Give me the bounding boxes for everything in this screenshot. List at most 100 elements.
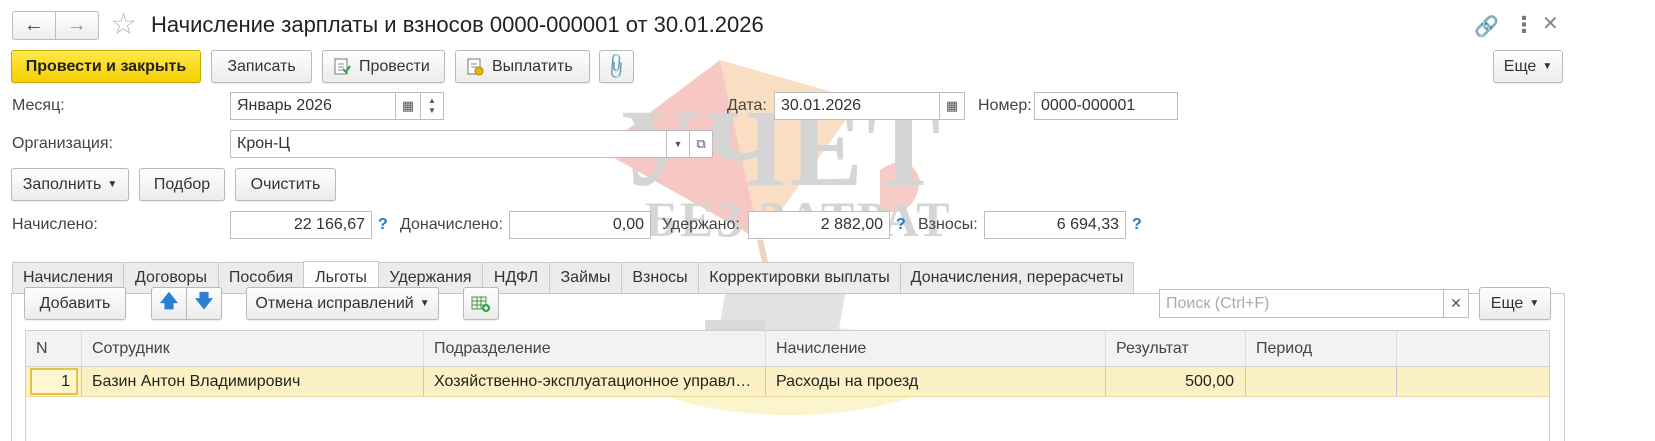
withheld-help-link[interactable]: ? bbox=[896, 216, 906, 234]
favorite-star-icon[interactable]: ☆ bbox=[110, 8, 137, 42]
undo-fixes-label: Отмена исправлений bbox=[255, 294, 414, 312]
move-down-button[interactable]: 🡇 bbox=[186, 287, 222, 320]
department-cell[interactable]: Хозяйственно-эксплуатационное управл… bbox=[424, 367, 766, 397]
column-header-period[interactable]: Период bbox=[1246, 331, 1397, 367]
month-value: Январь 2026 bbox=[237, 97, 332, 114]
row-number-cell[interactable]: 1 bbox=[30, 368, 78, 395]
contributions-label: Взносы: bbox=[918, 216, 978, 233]
column-header-n[interactable]: N bbox=[26, 331, 82, 367]
tab-contributions[interactable]: Взносы bbox=[621, 262, 699, 293]
table-more-button[interactable]: Еще ▼ bbox=[1479, 287, 1551, 320]
search-placeholder: Поиск (Ctrl+F) bbox=[1166, 294, 1270, 312]
calendar-icon: ▦ bbox=[945, 98, 959, 113]
withheld-value: 2 882,00 bbox=[820, 216, 883, 233]
accrued-value: 22 166,67 bbox=[293, 216, 365, 233]
post-button-label: Провести bbox=[359, 57, 430, 75]
table-more-label: Еще bbox=[1490, 294, 1524, 312]
accrued-field: 22 166,67 bbox=[230, 211, 372, 239]
column-header-department[interactable]: Подразделение bbox=[424, 331, 766, 367]
date-calendar-button[interactable]: ▦ bbox=[939, 92, 965, 120]
more-button[interactable]: Еще ▼ bbox=[1493, 50, 1563, 83]
organization-field[interactable]: Крон-Ц bbox=[230, 130, 667, 158]
calendar-icon: ▦ bbox=[401, 98, 415, 113]
arrow-down-icon: 🡇 bbox=[194, 290, 214, 311]
organization-open-button[interactable]: ⧉ bbox=[689, 130, 713, 158]
column-header-extra bbox=[1397, 331, 1549, 367]
column-header-accrual[interactable]: Начисление bbox=[766, 331, 1106, 367]
undo-fixes-button[interactable]: Отмена исправлений ▼ bbox=[246, 287, 439, 320]
column-separator bbox=[1105, 367, 1106, 397]
number-field[interactable]: 0000-000001 bbox=[1034, 92, 1178, 120]
date-value: 30.01.2026 bbox=[781, 97, 862, 114]
arrow-right-icon: → bbox=[66, 14, 87, 36]
window-title: Начисление зарплаты и взносов 0000-00000… bbox=[151, 12, 764, 37]
close-icon[interactable]: ✕ bbox=[1542, 11, 1559, 36]
row-number-value: 1 bbox=[61, 372, 70, 390]
extra-accrued-value: 0,00 bbox=[612, 216, 644, 233]
paperclip-icon: 📎 bbox=[601, 51, 632, 82]
number-value: 0000-000001 bbox=[1041, 97, 1136, 114]
month-label: Месяц: bbox=[12, 97, 65, 114]
result-value: 500,00 bbox=[1185, 373, 1234, 390]
search-input[interactable]: Поиск (Ctrl+F) bbox=[1159, 289, 1444, 318]
dropdown-arrow-icon: ▼ bbox=[1542, 61, 1553, 72]
forward-button[interactable]: → bbox=[56, 12, 99, 39]
fill-button-label: Заполнить bbox=[22, 175, 102, 193]
employee-value: Базин Антон Владимирович bbox=[92, 373, 301, 390]
contributions-field: 6 694,33 bbox=[984, 211, 1126, 239]
column-separator bbox=[81, 367, 82, 397]
select-button[interactable]: Подбор bbox=[139, 168, 225, 201]
period-cell[interactable] bbox=[1246, 367, 1397, 397]
move-up-button[interactable]: 🡅 bbox=[151, 287, 187, 320]
withheld-label: Удержано: bbox=[662, 216, 740, 233]
open-window-icon: ⧉ bbox=[696, 136, 706, 151]
tab-payment-adjustments[interactable]: Корректировки выплаты bbox=[698, 262, 901, 293]
search-clear-button[interactable]: ✕ bbox=[1443, 289, 1469, 318]
fill-button[interactable]: Заполнить ▼ bbox=[11, 168, 129, 201]
table-settings-button[interactable] bbox=[463, 287, 499, 320]
extra-accrued-field: 0,00 bbox=[509, 211, 651, 239]
date-label: Дата: bbox=[727, 97, 767, 114]
accrual-cell[interactable]: Расходы на проезд bbox=[766, 367, 1106, 397]
add-button[interactable]: Добавить bbox=[24, 287, 126, 320]
back-button[interactable]: ← bbox=[13, 12, 56, 39]
column-separator bbox=[1396, 367, 1397, 397]
arrow-left-icon: ← bbox=[23, 14, 44, 36]
table-add-column-icon bbox=[471, 295, 491, 313]
dropdown-arrow-icon: ▼ bbox=[107, 179, 118, 190]
month-stepper[interactable]: ▲ ▼ bbox=[420, 92, 444, 120]
post-button[interactable]: Провести bbox=[322, 50, 445, 83]
column-separator bbox=[423, 367, 424, 397]
stepper-down-icon: ▼ bbox=[428, 106, 436, 115]
month-field[interactable]: Январь 2026 bbox=[230, 92, 396, 120]
link-icon[interactable]: 🔗 bbox=[1474, 14, 1499, 39]
withheld-field: 2 882,00 bbox=[748, 211, 890, 239]
save-button[interactable]: Записать bbox=[211, 50, 312, 83]
column-header-employee[interactable]: Сотрудник bbox=[82, 331, 424, 367]
more-vertical-icon[interactable]: ⋮ bbox=[1513, 12, 1535, 38]
attach-button[interactable]: 📎 bbox=[599, 50, 634, 83]
accrued-label: Начислено: bbox=[12, 216, 98, 233]
column-header-result[interactable]: Результат bbox=[1106, 331, 1246, 367]
chevron-down-icon: ▼ bbox=[673, 139, 683, 149]
department-value: Хозяйственно-эксплуатационное управл… bbox=[434, 373, 752, 390]
month-calendar-button[interactable]: ▦ bbox=[395, 92, 421, 120]
post-and-close-button[interactable]: Провести и закрыть bbox=[11, 50, 201, 83]
number-label: Номер: bbox=[978, 97, 1032, 114]
pay-button-label: Выплатить bbox=[492, 57, 573, 75]
tab-loans[interactable]: Займы bbox=[549, 262, 622, 293]
pay-document-icon bbox=[466, 58, 484, 76]
arrow-up-icon: 🡅 bbox=[159, 290, 179, 311]
result-cell[interactable]: 500,00 bbox=[1106, 367, 1246, 397]
extra-accrued-label: Доначислено: bbox=[400, 216, 503, 233]
organization-dropdown-button[interactable]: ▼ bbox=[666, 130, 690, 158]
tab-recalculations[interactable]: Доначисления, перерасчеты bbox=[900, 262, 1134, 293]
contributions-help-link[interactable]: ? bbox=[1132, 216, 1142, 234]
date-field[interactable]: 30.01.2026 bbox=[774, 92, 940, 120]
accrual-value: Расходы на проезд bbox=[776, 373, 919, 390]
employee-cell[interactable]: Базин Антон Владимирович bbox=[82, 367, 424, 397]
pay-button[interactable]: Выплатить bbox=[455, 50, 590, 83]
accrued-help-link[interactable]: ? bbox=[378, 216, 388, 234]
more-button-label: Еще bbox=[1503, 57, 1537, 75]
clear-button[interactable]: Очистить bbox=[235, 168, 336, 201]
